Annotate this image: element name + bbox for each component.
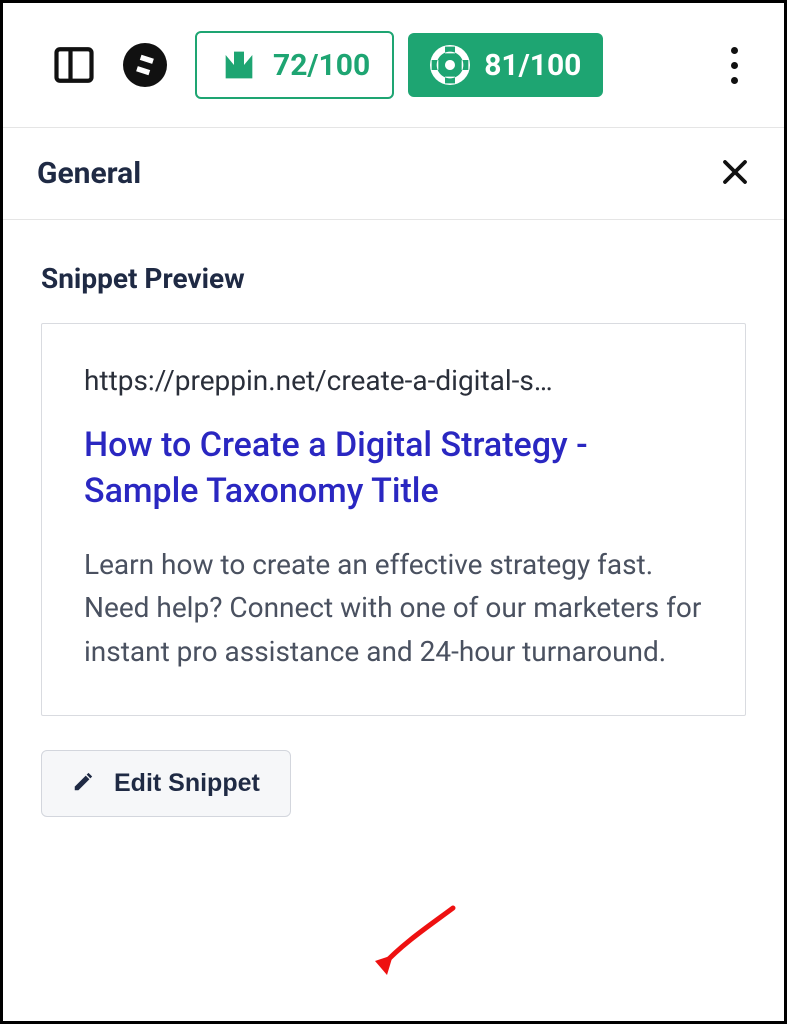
seo-score-badge-1[interactable]: 72/100 — [195, 31, 394, 99]
snippet-preview-heading: Snippet Preview — [41, 262, 746, 295]
section-title: General — [37, 156, 141, 191]
panel-frame: 72/100 81/100 General Snippet Preview ht… — [0, 0, 787, 1024]
annotation-arrow — [373, 903, 463, 987]
edit-snippet-label: Edit Snippet — [114, 769, 260, 798]
close-icon[interactable] — [720, 157, 750, 191]
pencil-icon — [72, 771, 94, 796]
snippet-preview-card: https://preppin.net/create-a-digital-s… … — [41, 323, 746, 716]
panel-toggle-icon[interactable] — [53, 44, 95, 86]
snippet-url: https://preppin.net/create-a-digital-s… — [84, 364, 703, 397]
section-header: General — [3, 128, 784, 220]
top-toolbar: 72/100 81/100 — [3, 3, 784, 128]
edit-snippet-button[interactable]: Edit Snippet — [41, 750, 291, 817]
plugin-gear-icon — [430, 45, 470, 85]
seo-logo-icon — [219, 45, 259, 85]
snippet-description: Learn how to create an effective strateg… — [84, 543, 703, 673]
seo-score-text-1: 72/100 — [273, 48, 370, 83]
more-menu-icon[interactable] — [714, 47, 754, 84]
seo-score-text-2: 81/100 — [484, 48, 581, 83]
snippet-title: How to Create a Digital Strategy - Sampl… — [84, 423, 703, 515]
brand-icon[interactable] — [123, 43, 167, 87]
seo-score-badge-2[interactable]: 81/100 — [408, 33, 603, 97]
content-area: Snippet Preview https://preppin.net/crea… — [3, 220, 784, 817]
